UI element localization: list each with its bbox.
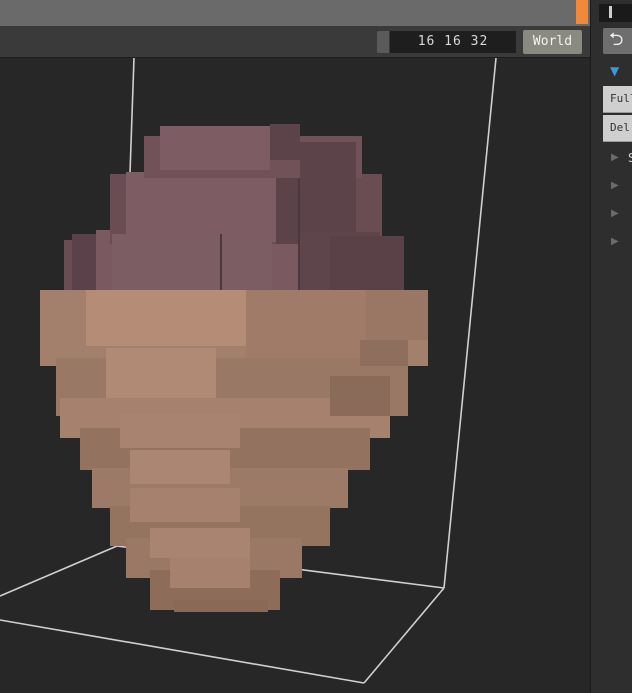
accent-tab[interactable]	[576, 0, 588, 24]
3d-viewport[interactable]	[0, 58, 590, 693]
voxel-scene	[0, 58, 497, 684]
viewport-toolbar: 16 16 32 World	[0, 27, 590, 58]
voxel-face	[40, 290, 428, 612]
voxel-cap	[64, 124, 404, 292]
right-sidebar: ⮌ ▼ Full Del ▶ S ▶ ▶ ▶	[590, 0, 632, 693]
collapsed-arrow-icon[interactable]: ▶	[611, 208, 619, 219]
expanded-arrow-icon[interactable]: ▼	[610, 64, 619, 78]
world-space-button[interactable]: World	[523, 30, 582, 54]
sidebar-header	[599, 4, 632, 22]
top-strip	[0, 0, 590, 27]
full-button[interactable]: Full	[603, 86, 632, 113]
collapsed-arrow-icon[interactable]: ▶	[611, 180, 619, 191]
collapsed-arrow-icon[interactable]: ▶	[611, 236, 619, 247]
undo-button[interactable]: ⮌	[603, 28, 632, 54]
delete-button[interactable]: Del	[603, 115, 632, 142]
tree-row-label: S	[628, 151, 632, 165]
collapsed-arrow-icon[interactable]: ▶	[611, 152, 619, 163]
dimension-handle[interactable]	[377, 31, 389, 53]
sidebar-header-mark	[609, 6, 612, 18]
undo-icon: ⮌	[609, 29, 624, 50]
dimension-field[interactable]: 16 16 32	[390, 31, 516, 53]
